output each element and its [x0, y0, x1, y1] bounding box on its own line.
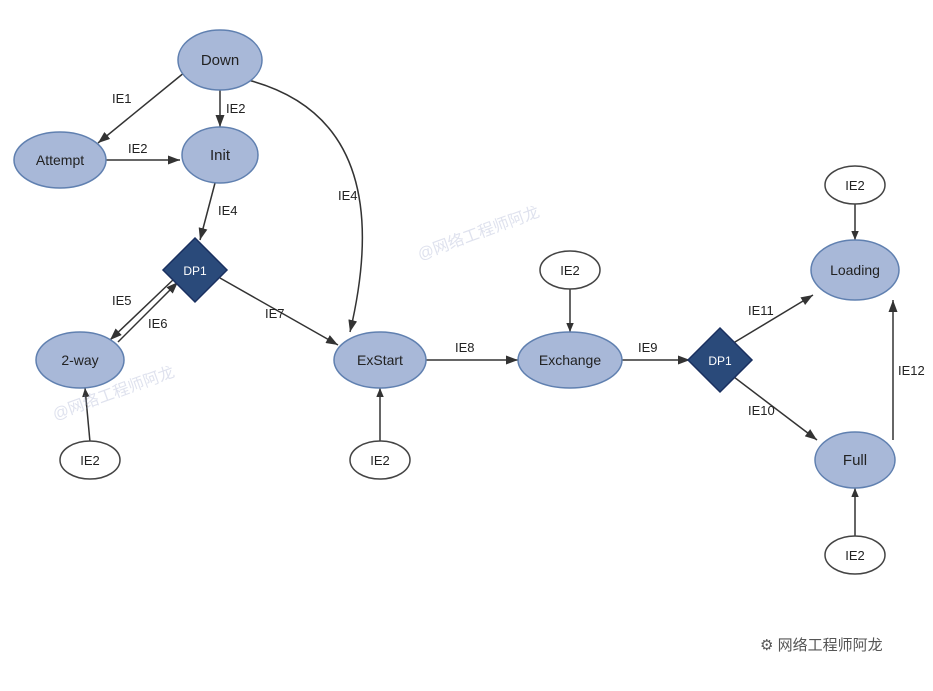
- edge-down-exstart: [248, 80, 362, 332]
- node-dp2-label: DP1: [708, 354, 732, 368]
- edge-label-ie5: IE5: [112, 293, 132, 308]
- node-ie2-exchange-label: IE2: [560, 263, 580, 278]
- diagram-container: IE2 IE1 IE2 IE4 IE4 IE5 IE6 IE7 IE8 IE9 …: [0, 0, 933, 691]
- node-full-label: Full: [843, 452, 867, 469]
- node-ie2-exstart-label: IE2: [370, 453, 390, 468]
- edge-label-ie11: IE11: [748, 303, 774, 318]
- edge-label-ie9: IE9: [638, 340, 658, 355]
- node-2way-label: 2-way: [61, 352, 98, 368]
- node-attempt-label: Attempt: [36, 152, 84, 168]
- node-init-label: Init: [210, 147, 231, 164]
- edge-label-ie7: IE7: [265, 306, 285, 321]
- edge-label-ie8: IE8: [455, 340, 475, 355]
- node-exstart-label: ExStart: [357, 352, 403, 368]
- edge-label-ie12: IE12: [898, 363, 925, 378]
- node-loading-label: Loading: [830, 262, 880, 278]
- node-dp1-label: DP1: [183, 264, 207, 278]
- edge-label-ie1: IE1: [112, 91, 132, 106]
- edge-label-ie2-down-init: IE2: [226, 101, 246, 116]
- edge-label-ie10: IE10: [748, 403, 775, 418]
- state-machine-diagram: IE2 IE1 IE2 IE4 IE4 IE5 IE6 IE7 IE8 IE9 …: [0, 0, 933, 691]
- edge-2way-dp1: [118, 282, 178, 342]
- edge-init-dp1: [200, 183, 215, 240]
- edge-label-ie4-init-dp1: IE4: [218, 203, 238, 218]
- node-ie2-full-label: IE2: [845, 548, 865, 563]
- watermark-1: @网络工程师阿龙: [415, 202, 542, 264]
- footer-text: ⚙ 网络工程师阿龙: [760, 637, 883, 654]
- node-down-label: Down: [201, 52, 239, 69]
- edge-label-ie2-attempt-init: IE2: [128, 141, 148, 156]
- node-ie2-2way-label: IE2: [80, 453, 100, 468]
- node-exchange-label: Exchange: [539, 352, 601, 368]
- edge-label-ie4-down-exstart: IE4: [338, 188, 358, 203]
- edge-label-ie6: IE6: [148, 316, 168, 331]
- node-ie2-loading-label: IE2: [845, 178, 865, 193]
- edge-down-attempt: [98, 72, 185, 143]
